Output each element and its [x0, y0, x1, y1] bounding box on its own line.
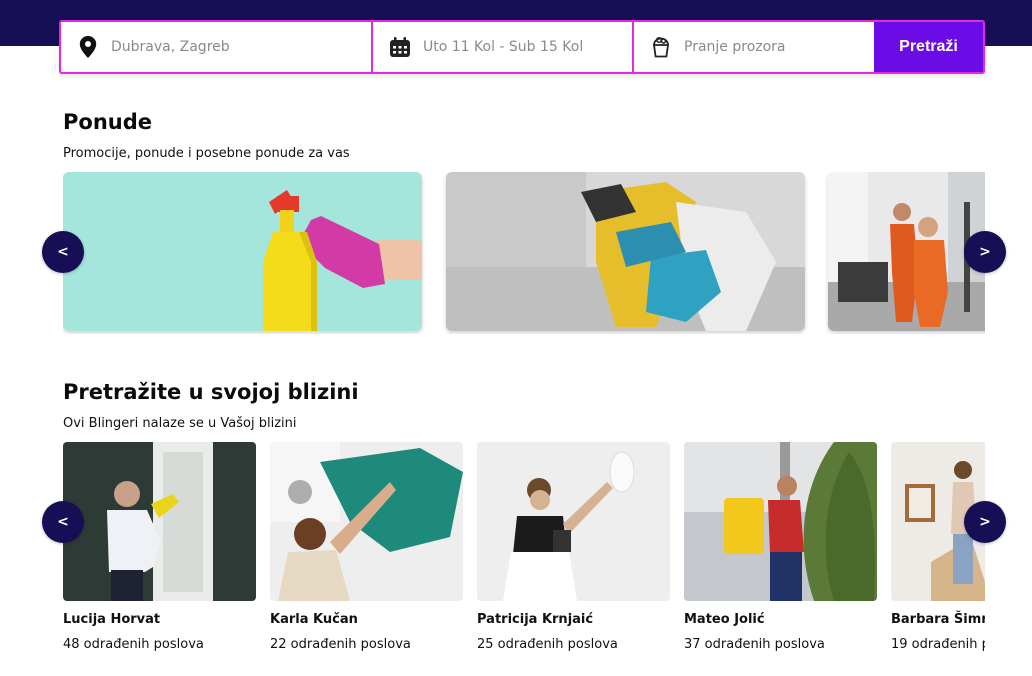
person-name: Patricija Krnjaić	[477, 612, 594, 627]
offers-title: Ponude	[63, 110, 152, 134]
offer-image-cleaning-team	[828, 172, 985, 331]
offer-card[interactable]	[828, 172, 985, 331]
offer-card[interactable]	[63, 172, 422, 331]
person-photo	[477, 442, 670, 601]
offer-image-spray-bottle	[63, 172, 422, 331]
nearby-next-button[interactable]: >	[964, 501, 1006, 543]
person-jobs-count: 22 odrađenih poslova	[270, 637, 411, 652]
location-field[interactable]: Dubrava, Zagreb	[61, 22, 373, 72]
person-jobs-count: 37 odrađenih poslova	[684, 637, 825, 652]
date-range-value: Uto 11 Kol - Sub 15 Kol	[423, 39, 584, 55]
person-name: Mateo Jolić	[684, 612, 765, 627]
nearby-carousel: Lucija Horvat 48 odrađenih poslova Karla…	[63, 442, 985, 672]
person-name: Lucija Horvat	[63, 612, 161, 627]
person-jobs-count: 48 odrađenih poslova	[63, 637, 204, 652]
offer-image-cloth-gloves	[446, 172, 805, 331]
calendar-icon	[389, 36, 411, 58]
location-value: Dubrava, Zagreb	[111, 39, 230, 55]
offers-subtitle: Promocije, ponude i posebne ponude za va…	[63, 146, 350, 161]
person-card[interactable]: Patricija Krnjaić 25 odrađenih poslova	[477, 442, 670, 652]
person-jobs-count: 19 odrađenih poslova	[891, 637, 985, 652]
nearby-prev-button[interactable]: <	[42, 501, 84, 543]
person-card[interactable]: Mateo Jolić 37 odrađenih poslova	[684, 442, 877, 652]
search-button[interactable]: Pretraži	[874, 22, 983, 72]
person-card[interactable]: Barbara Šimrak 19 odrađenih poslova	[891, 442, 985, 652]
offer-card[interactable]	[446, 172, 805, 331]
offers-prev-button[interactable]: <	[42, 231, 84, 273]
person-jobs-count: 25 odrađenih poslova	[477, 637, 618, 652]
person-photo	[684, 442, 877, 601]
nearby-title: Pretražite u svojoj blizini	[63, 380, 359, 404]
service-value: Pranje prozora	[684, 39, 786, 55]
offers-next-button[interactable]: >	[964, 231, 1006, 273]
person-name: Barbara Šimrak	[891, 612, 985, 627]
nearby-subtitle: Ovi Blingeri nalaze se u Vašoj blizini	[63, 416, 297, 431]
search-bar: Dubrava, Zagreb Uto 11 Kol - Sub 15 Kol …	[59, 20, 985, 74]
person-photo	[63, 442, 256, 601]
person-name: Karla Kučan	[270, 612, 358, 627]
person-card[interactable]: Karla Kučan 22 odrađenih poslova	[270, 442, 463, 652]
service-field[interactable]: Pranje prozora	[634, 22, 874, 72]
offers-carousel	[63, 172, 985, 334]
location-pin-icon	[77, 36, 99, 58]
person-card[interactable]: Lucija Horvat 48 odrađenih poslova	[63, 442, 256, 652]
person-photo	[270, 442, 463, 601]
date-range-field[interactable]: Uto 11 Kol - Sub 15 Kol	[373, 22, 634, 72]
cleaning-bucket-icon	[650, 36, 672, 58]
